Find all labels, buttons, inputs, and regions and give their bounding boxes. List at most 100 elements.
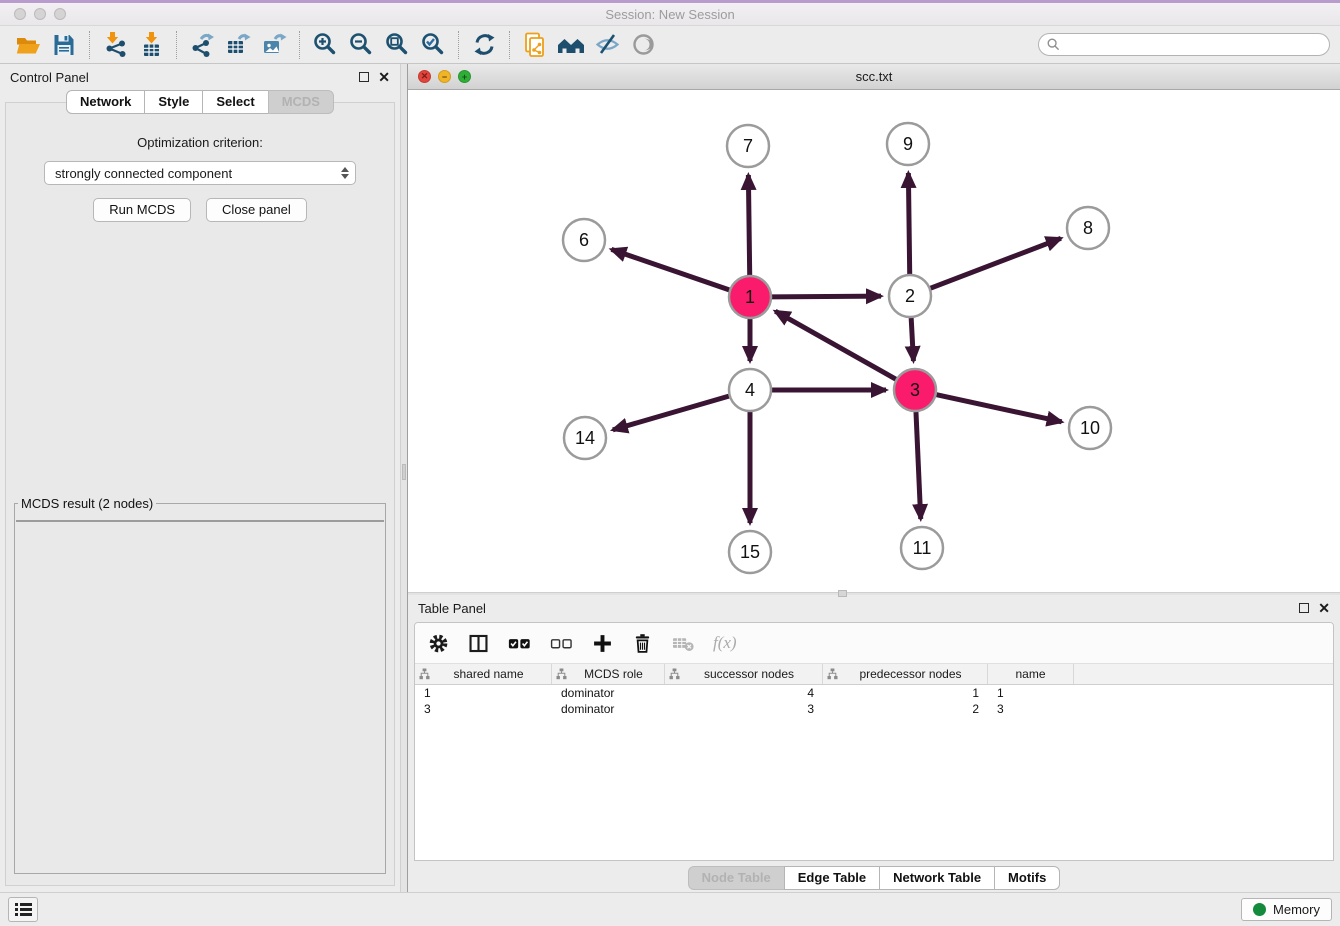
graph-node-2[interactable]: 2	[889, 275, 931, 317]
tab-network[interactable]: Network	[66, 90, 145, 114]
graph-node-9[interactable]: 9	[887, 123, 929, 165]
graph-node-7[interactable]: 7	[727, 125, 769, 167]
task-list-icon	[15, 902, 32, 917]
import-network-button[interactable]	[97, 29, 133, 61]
delete-row-button[interactable]	[631, 632, 654, 655]
graph-edge-1-7[interactable]	[748, 175, 749, 275]
houses-icon	[556, 32, 586, 58]
table-cell[interactable]: 3	[665, 701, 823, 717]
import-table-button[interactable]	[133, 29, 169, 61]
float-panel-icon[interactable]	[359, 72, 369, 82]
export-network-button[interactable]	[184, 29, 220, 61]
gear-icon	[427, 632, 450, 655]
table-cell[interactable]: 1	[415, 685, 552, 701]
zoom-fit-button[interactable]	[379, 29, 415, 61]
network-canvas[interactable]: 7 9 6 8 1 2 4 3 14 10 15 11	[408, 90, 1340, 592]
tab-node-table[interactable]: Node Table	[688, 866, 785, 890]
graph-node-4[interactable]: 4	[729, 369, 771, 411]
add-column-button[interactable]	[591, 632, 614, 655]
show-hide-panels-button[interactable]	[553, 29, 589, 61]
tab-mcds[interactable]: MCDS	[268, 90, 334, 114]
column-header-successor-nodes[interactable]: successor nodes	[665, 664, 823, 684]
vertical-splitter[interactable]	[400, 64, 408, 892]
graph-node-15[interactable]: 15	[729, 531, 771, 573]
function-builder-button[interactable]: f(x)	[713, 633, 737, 653]
table-cell[interactable]: dominator	[552, 685, 665, 701]
table-empty-area[interactable]	[415, 717, 1333, 860]
splitter-handle[interactable]	[838, 590, 847, 597]
table-settings-button[interactable]	[427, 632, 450, 655]
table-cell[interactable]: 2	[823, 701, 988, 717]
table-cell[interactable]: 1	[988, 685, 1074, 701]
graph-edge-2-9[interactable]	[908, 173, 909, 274]
run-mcds-button[interactable]: Run MCDS	[93, 198, 191, 222]
toolbar-separator	[176, 31, 177, 59]
graph-node-8[interactable]: 8	[1067, 207, 1109, 249]
memory-button[interactable]: Memory	[1241, 898, 1332, 921]
optimization-criterion-select[interactable]: strongly connected component	[44, 161, 356, 185]
table-cell[interactable]: 3	[415, 701, 552, 717]
delete-column-button[interactable]	[671, 633, 696, 654]
network-graph[interactable]: 7 9 6 8 1 2 4 3 14 10 15 11	[408, 90, 1340, 589]
table-row[interactable]: 3dominator323	[415, 701, 1333, 717]
zoom-out-button[interactable]	[343, 29, 379, 61]
graph-edge-3-1[interactable]	[775, 311, 896, 379]
save-session-button[interactable]	[46, 29, 82, 61]
close-panel-icon[interactable]: ✕	[378, 72, 390, 82]
close-panel-icon[interactable]: ✕	[1318, 603, 1330, 613]
deselect-all-button[interactable]	[549, 632, 574, 655]
export-image-button[interactable]	[256, 29, 292, 61]
mcds-result-box[interactable]: 13	[16, 520, 384, 522]
column-header-shared-name[interactable]: shared name	[415, 664, 552, 684]
graph-edge-1-6[interactable]	[611, 249, 729, 289]
graph-node-14[interactable]: 14	[564, 417, 606, 459]
search-field[interactable]	[1038, 33, 1330, 56]
graph-edge-3-10[interactable]	[936, 395, 1061, 422]
graph-node-3[interactable]: 3	[894, 369, 936, 411]
network-close-icon[interactable]: ✕	[418, 70, 431, 83]
tab-network-table[interactable]: Network Table	[879, 866, 995, 890]
graph-edge-4-14[interactable]	[613, 396, 729, 430]
graph-edge-2-3[interactable]	[911, 318, 913, 361]
tab-select[interactable]: Select	[202, 90, 268, 114]
show-all-button[interactable]	[625, 29, 661, 61]
tab-style[interactable]: Style	[144, 90, 203, 114]
splitter-handle[interactable]	[402, 464, 406, 480]
column-header-MCDS-role[interactable]: MCDS role	[552, 664, 665, 684]
table-cell[interactable]: 1	[823, 685, 988, 701]
network-minimize-icon[interactable]: −	[438, 70, 451, 83]
graph-node-11[interactable]: 11	[901, 527, 943, 569]
table-cell[interactable]: 4	[665, 685, 823, 701]
open-session-button[interactable]	[10, 29, 46, 61]
table-cell[interactable]: 3	[988, 701, 1074, 717]
graph-node-10[interactable]: 10	[1069, 407, 1111, 449]
select-all-button[interactable]	[507, 632, 532, 655]
refresh-view-button[interactable]	[466, 29, 502, 61]
memory-label: Memory	[1273, 902, 1320, 917]
network-maximize-icon[interactable]: +	[458, 70, 471, 83]
graph-edge-1-2[interactable]	[772, 296, 881, 297]
tab-edge-table[interactable]: Edge Table	[784, 866, 880, 890]
tab-motifs[interactable]: Motifs	[994, 866, 1060, 890]
hide-selected-button[interactable]	[589, 29, 625, 61]
horizontal-splitter[interactable]	[408, 592, 1340, 595]
graph-edge-2-8[interactable]	[931, 238, 1061, 288]
clone-network-button[interactable]	[517, 29, 553, 61]
close-panel-button[interactable]: Close panel	[206, 198, 307, 222]
graph-edge-3-11[interactable]	[916, 412, 921, 519]
export-table-button[interactable]	[220, 29, 256, 61]
table-cell[interactable]: dominator	[552, 701, 665, 717]
table-toolbar: f(x)	[415, 623, 1333, 664]
zoom-selected-button[interactable]	[415, 29, 451, 61]
show-columns-button[interactable]	[467, 632, 490, 655]
float-panel-icon[interactable]	[1299, 603, 1309, 613]
column-header-name[interactable]: name	[988, 664, 1074, 684]
column-header-predecessor-nodes[interactable]: predecessor nodes	[823, 664, 988, 684]
table-row[interactable]: 1dominator411	[415, 685, 1333, 701]
task-history-button[interactable]	[8, 897, 38, 922]
graph-node-6[interactable]: 6	[563, 219, 605, 261]
zoom-in-button[interactable]	[307, 29, 343, 61]
search-input[interactable]	[1065, 38, 1321, 52]
graph-node-1[interactable]: 1	[729, 276, 771, 318]
node-label: 14	[575, 428, 595, 448]
